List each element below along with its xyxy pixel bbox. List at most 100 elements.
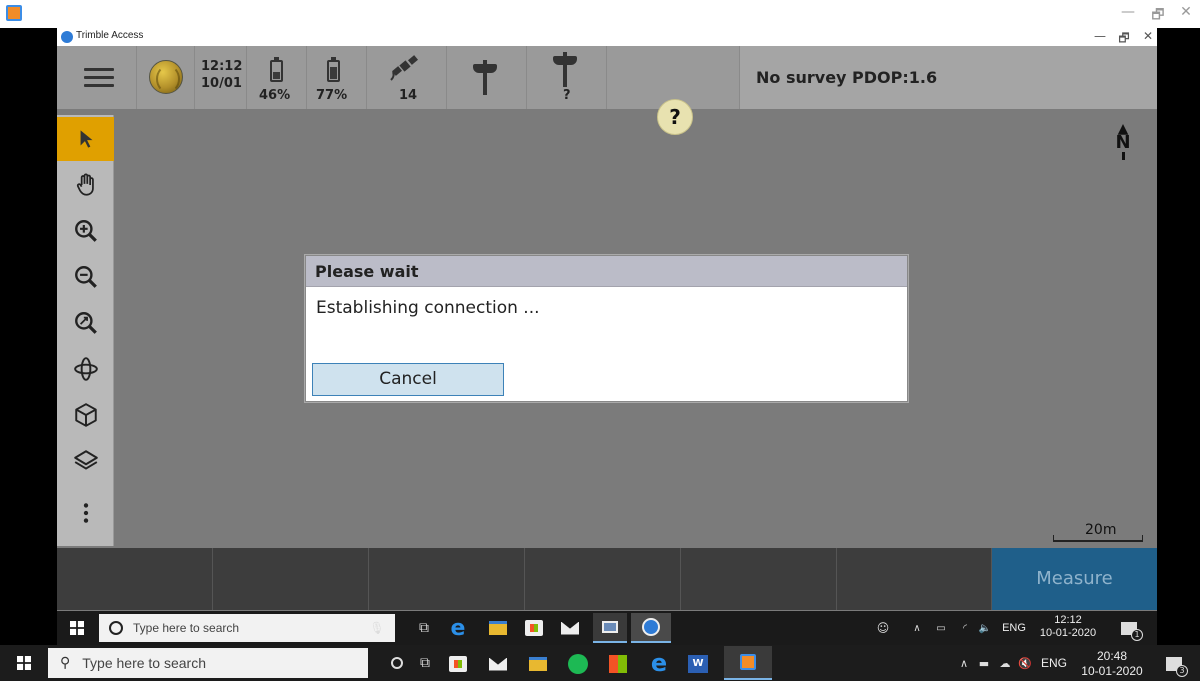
outer-lang-indicator[interactable]: ENG: [1038, 657, 1070, 670]
edge-icon[interactable]: e: [445, 615, 471, 641]
cortana-button[interactable]: [386, 652, 408, 674]
search-icon: ⚲: [60, 655, 71, 671]
survey-status-panel[interactable]: No survey PDOP:1.6: [739, 46, 1157, 109]
job-globe-button[interactable]: [137, 46, 195, 109]
softkey-1[interactable]: [57, 548, 213, 610]
window-minimize-button[interactable]: —: [1091, 29, 1109, 43]
notification-icon: 1: [1121, 621, 1143, 641]
help-cursor-icon: ?: [657, 99, 693, 135]
hamburger-icon: [84, 68, 114, 88]
spotify-icon[interactable]: [564, 650, 592, 678]
battery-tray-icon[interactable]: ▭: [933, 619, 949, 637]
dialog-title-bar: Please wait: [306, 256, 907, 287]
dialog-title: Please wait: [315, 262, 419, 281]
remote-app-taskbar-icon[interactable]: [724, 646, 772, 680]
status-bar: 12:12 10/01 46% 77% 14 ? No survey PDOP:…: [57, 46, 1157, 109]
mail-icon[interactable]: [484, 650, 512, 678]
people-icon[interactable]: ☺: [873, 619, 893, 637]
clock-status[interactable]: 12:12 10/01: [195, 46, 247, 109]
status-time: 12:12: [201, 59, 243, 74]
task-view-icon[interactable]: ⧉: [414, 652, 436, 674]
host-maximize-button[interactable]: 🗗: [1148, 4, 1168, 28]
cube-view-icon: [74, 403, 97, 427]
pan-hand-icon: [76, 173, 94, 196]
zoom-out-tool[interactable]: [57, 255, 114, 299]
softkey-4[interactable]: [525, 548, 681, 610]
zoom-out-icon: [74, 266, 97, 288]
window-close-button[interactable]: ✕: [1139, 29, 1157, 43]
tray-chevron-icon[interactable]: ∧: [956, 654, 972, 672]
satellite-count: 14: [399, 88, 418, 103]
file-explorer-icon[interactable]: [524, 650, 552, 678]
file-explorer-icon[interactable]: [485, 617, 511, 639]
host-close-button[interactable]: ✕: [1176, 4, 1196, 20]
microphone-icon[interactable]: 🎙: [369, 619, 385, 637]
photos-taskbar-icon[interactable]: [593, 613, 627, 643]
zoom-extents-icon: [74, 312, 97, 334]
select-tool[interactable]: [57, 117, 114, 161]
base-antenna-status[interactable]: ?: [527, 46, 607, 109]
window-titlebar: Trimble Access — 🗗 ✕: [57, 28, 1157, 46]
status-date: 10/01: [201, 76, 242, 91]
pan-tool[interactable]: [57, 163, 114, 207]
outer-notification-button[interactable]: 3: [1160, 652, 1188, 677]
softkey-3[interactable]: [369, 548, 525, 610]
battery-icon: [327, 57, 340, 82]
notification-count: 3: [1176, 665, 1188, 677]
more-tools-button[interactable]: [57, 491, 114, 535]
host-minimize-button[interactable]: —: [1118, 4, 1138, 20]
volume-muted-icon[interactable]: 🔇: [1016, 654, 1034, 672]
start-button[interactable]: [67, 619, 87, 637]
outer-clock[interactable]: 20:48 10-01-2020: [1076, 649, 1148, 679]
softkey-6[interactable]: [837, 548, 992, 610]
wifi-tray-icon[interactable]: ◜: [957, 619, 973, 637]
cube-view-tool[interactable]: [57, 393, 114, 437]
battery-2-percent: 77%: [316, 88, 348, 103]
layers-tool[interactable]: [57, 439, 114, 483]
battery-tray-icon[interactable]: ▬: [976, 654, 992, 672]
orbit-tool[interactable]: [57, 347, 114, 391]
windows-icon: [17, 656, 31, 670]
battery-2-status[interactable]: 77%: [307, 46, 367, 109]
menu-button[interactable]: [57, 46, 137, 109]
inner-notification-button[interactable]: 1: [1117, 617, 1143, 641]
store-icon[interactable]: [444, 650, 472, 678]
inner-clock[interactable]: 12:12 10-01-2020: [1035, 614, 1101, 640]
outer-search-box[interactable]: ⚲ Type here to search: [48, 648, 368, 678]
more-icon: [83, 503, 88, 523]
cortana-icon: [109, 621, 123, 635]
inner-clock-time: 12:12: [1054, 614, 1082, 626]
measure-button[interactable]: Measure: [992, 548, 1157, 610]
network-tray-icon[interactable]: ☁: [996, 654, 1014, 672]
cancel-button[interactable]: Cancel: [312, 363, 504, 396]
antenna-2-label: ?: [563, 88, 571, 103]
outer-taskbar: ⚲ Type here to search ⧉ e W ∧ ▬ ☁ 🔇 ENG …: [0, 645, 1200, 681]
zoom-in-icon: [74, 220, 97, 242]
cortana-icon: [391, 657, 403, 669]
store-icon[interactable]: [521, 615, 547, 641]
antenna-icon: [473, 60, 497, 96]
inner-search-box[interactable]: Type here to search: [99, 614, 395, 642]
tray-chevron-icon[interactable]: ∧: [909, 619, 925, 637]
zoom-in-tool[interactable]: [57, 209, 114, 253]
survey-status-text: No survey PDOP:1.6: [756, 68, 938, 87]
zoom-extents-tool[interactable]: [57, 301, 114, 345]
battery-1-status[interactable]: 46%: [247, 46, 307, 109]
outer-start-button[interactable]: [14, 654, 34, 672]
orbit-icon: [73, 357, 98, 381]
rover-antenna-status[interactable]: [447, 46, 527, 109]
satellite-icon: [390, 55, 418, 81]
mail-icon[interactable]: [557, 615, 583, 641]
inner-lang-indicator[interactable]: ENG: [999, 622, 1029, 635]
trimble-taskbar-icon[interactable]: [631, 613, 671, 643]
edge-icon[interactable]: e: [644, 648, 674, 678]
task-view-icon[interactable]: ⧉: [413, 617, 435, 639]
app-tiles-icon[interactable]: [604, 650, 632, 678]
softkey-5[interactable]: [681, 548, 837, 610]
volume-tray-icon[interactable]: 🔈: [977, 619, 993, 637]
please-wait-dialog: Please wait Establishing connection ... …: [305, 255, 908, 402]
word-icon[interactable]: W: [684, 650, 712, 678]
notification-icon: 3: [1166, 657, 1188, 677]
satellite-status[interactable]: 14: [367, 46, 447, 109]
softkey-2[interactable]: [213, 548, 369, 610]
